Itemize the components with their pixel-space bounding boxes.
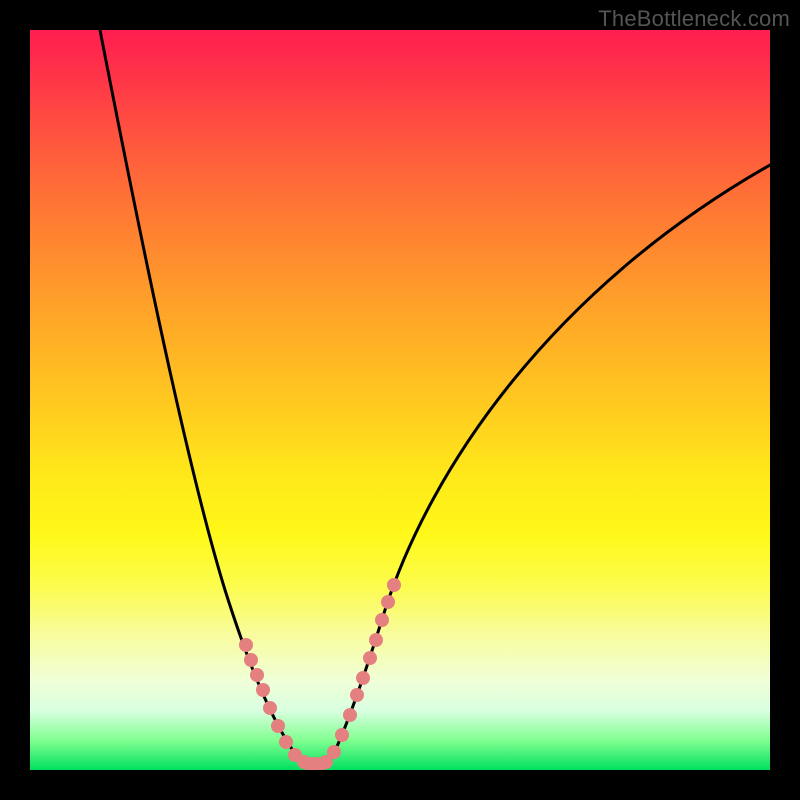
data-marker [271,719,285,733]
right-curve [327,165,770,766]
watermark-text: TheBottleneck.com [598,6,790,32]
data-marker [381,595,395,609]
data-marker [256,683,270,697]
data-marker [356,671,370,685]
chart-container: TheBottleneck.com [0,0,800,800]
data-marker [343,708,357,722]
curve-svg [30,30,770,770]
data-marker [239,638,253,652]
data-marker [363,651,377,665]
data-marker [375,613,389,627]
data-marker [350,688,364,702]
data-marker [387,578,401,592]
data-marker [327,745,341,759]
data-marker [250,668,264,682]
data-marker [263,701,277,715]
left-curve [100,30,305,766]
plot-area [30,30,770,770]
marker-group [239,578,401,770]
data-marker [369,633,383,647]
data-marker [244,653,258,667]
data-marker [335,728,349,742]
data-marker [279,735,293,749]
